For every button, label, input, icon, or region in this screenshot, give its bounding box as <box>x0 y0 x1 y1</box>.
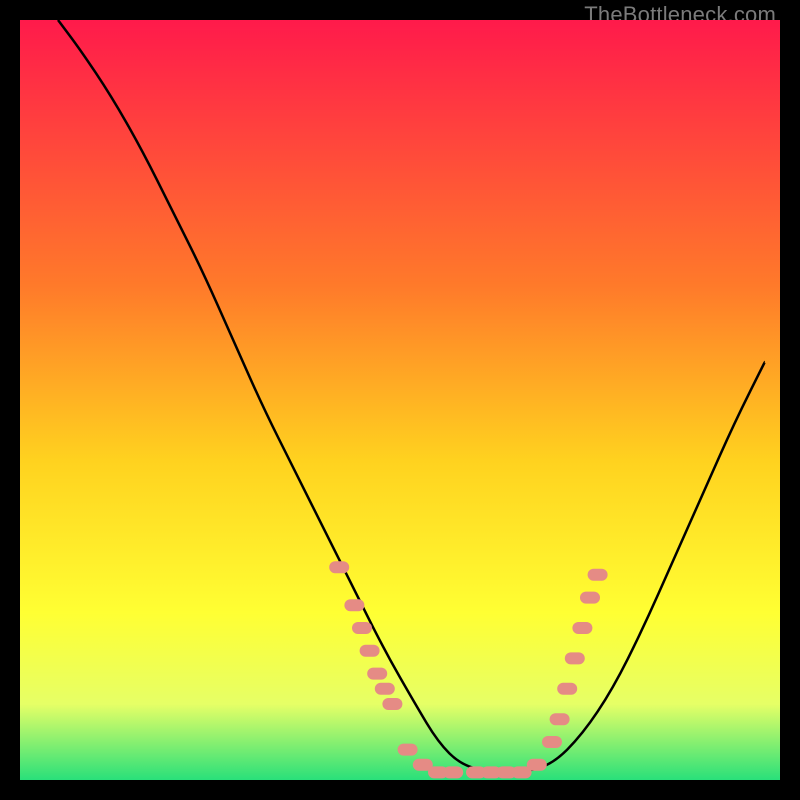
curve-marker <box>527 759 547 771</box>
curve-marker <box>398 744 418 756</box>
curve-marker <box>565 652 585 664</box>
curve-marker <box>550 713 570 725</box>
chart-frame <box>20 20 780 780</box>
curve-marker <box>557 683 577 695</box>
curve-marker <box>352 622 372 634</box>
curve-marker <box>344 599 364 611</box>
curve-marker <box>375 683 395 695</box>
bottleneck-chart <box>20 20 780 780</box>
curve-marker <box>329 561 349 573</box>
curve-marker <box>572 622 592 634</box>
curve-marker <box>580 592 600 604</box>
curve-marker <box>542 736 562 748</box>
curve-marker <box>382 698 402 710</box>
curve-marker <box>588 569 608 581</box>
curve-marker <box>443 766 463 778</box>
curve-marker <box>367 668 387 680</box>
curve-marker <box>360 645 380 657</box>
